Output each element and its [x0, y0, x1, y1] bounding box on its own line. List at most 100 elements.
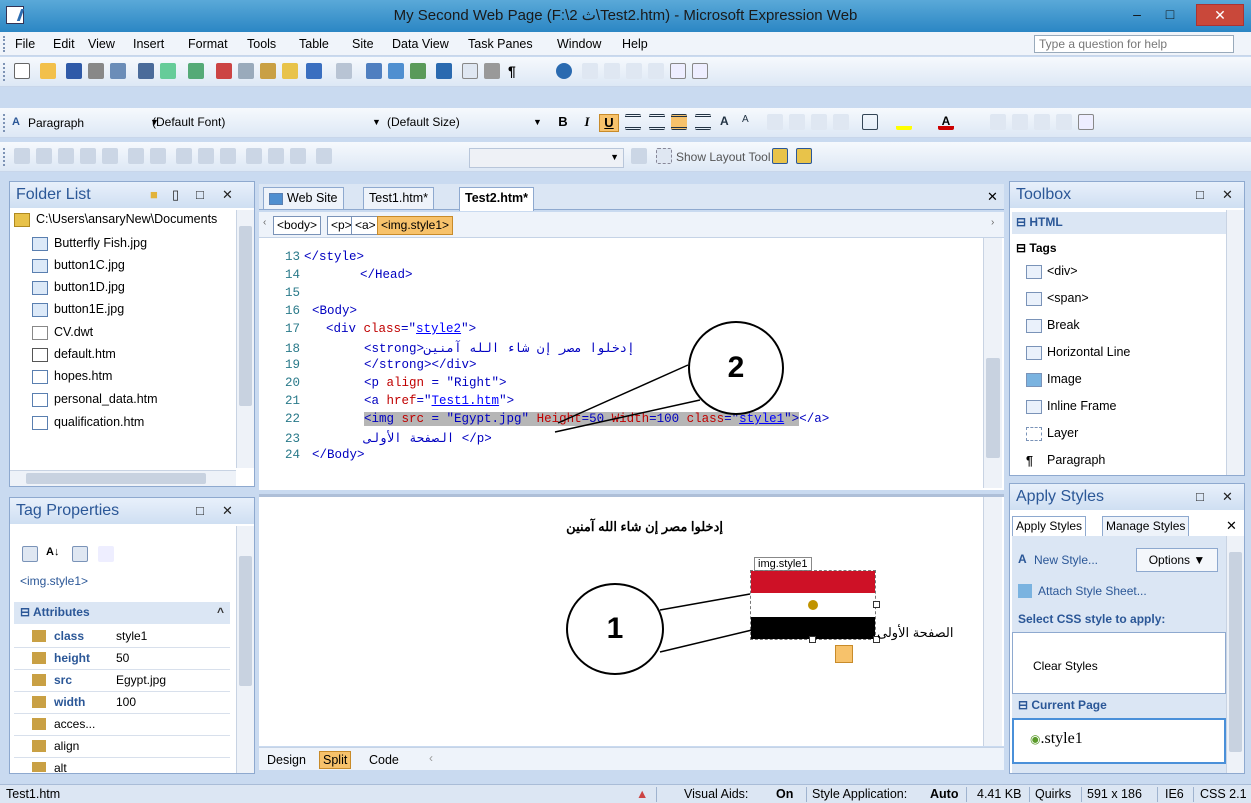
tag-body[interactable]: <body>: [273, 216, 322, 235]
table-layout-icon-9[interactable]: [198, 148, 214, 164]
list-item[interactable]: hopes.htm: [32, 369, 112, 391]
page-icon-b[interactable]: [692, 63, 708, 79]
design-link-text[interactable]: الصفحة الأولى: [877, 625, 954, 641]
increase-indent-icon[interactable]: [626, 63, 642, 79]
tags-section-header[interactable]: ⊟ Tags: [1012, 238, 1226, 260]
menu-site[interactable]: Site: [352, 37, 374, 51]
scrollbar-thumb[interactable]: [239, 556, 252, 686]
visual-aids-label[interactable]: Visual Aids:: [684, 787, 748, 801]
table-layout-icon-5[interactable]: [102, 148, 118, 164]
font-color-icon[interactable]: A: [938, 114, 954, 130]
pane-maximize-icon[interactable]: □: [196, 503, 204, 518]
underline-button[interactable]: U: [599, 114, 619, 132]
egypt-flag-image[interactable]: [751, 571, 875, 639]
attach-style-sheet-link[interactable]: Attach Style Sheet...: [1038, 584, 1147, 598]
font-combo[interactable]: (Default Font): [148, 113, 366, 133]
insert-layer-icon[interactable]: [388, 63, 404, 79]
decrease-indent-icon[interactable]: [648, 63, 664, 79]
stop-icon[interactable]: [484, 63, 500, 79]
menu-help[interactable]: Help: [622, 37, 648, 51]
cut-icon[interactable]: [216, 63, 232, 79]
list-item-root[interactable]: C:\Users\ansaryNew\Documents: [14, 212, 217, 234]
scrollbar-thumb[interactable]: [239, 226, 252, 406]
pane-close-icon[interactable]: ✕: [222, 187, 233, 203]
justify-icon[interactable]: [695, 114, 711, 130]
code-view[interactable]: 13 </style> 14 </Head> 15 16 <Body> 17 <div …: [259, 238, 1004, 490]
size-arrow-icon[interactable]: ▼: [533, 117, 542, 127]
hscrollbar-thumb[interactable]: [26, 473, 206, 484]
tag-properties-scrollbar[interactable]: [236, 526, 254, 773]
scrollbar-thumb[interactable]: [1229, 552, 1242, 752]
sort-az-icon[interactable]: A↓: [46, 546, 62, 562]
insert-picture-icon[interactable]: [410, 63, 426, 79]
rtl-format-icon[interactable]: [1012, 114, 1028, 130]
move-right-icon[interactable]: [1034, 114, 1050, 130]
table-row[interactable]: acces...: [14, 714, 230, 736]
table-layout-icon-11[interactable]: [246, 148, 262, 164]
pane-maximize-icon[interactable]: □: [1196, 187, 1204, 202]
tab-test1[interactable]: Test1.htm*: [363, 187, 435, 209]
table-layout-icon-2[interactable]: [36, 148, 52, 164]
highlight-icon[interactable]: [896, 114, 912, 130]
align-right-icon[interactable]: [671, 114, 687, 130]
list-item[interactable]: default.htm: [32, 347, 116, 369]
maximize-button[interactable]: □: [1155, 4, 1185, 26]
align-center-icon[interactable]: [649, 114, 665, 130]
copy-icon[interactable]: [238, 63, 254, 79]
options-button[interactable]: Options ▼: [1136, 548, 1218, 572]
table-layout-icon-13[interactable]: [290, 148, 306, 164]
current-page-section[interactable]: ⊟ Current Page: [1012, 694, 1226, 716]
help-search-input[interactable]: Type a question for help: [1034, 35, 1234, 53]
tagbar-left-arrow-icon[interactable]: ‹: [263, 217, 266, 228]
tag-img-style1[interactable]: <img.style1>: [377, 216, 454, 235]
menu-task-panes[interactable]: Task Panes: [468, 37, 533, 51]
print-icon[interactable]: [138, 63, 154, 79]
pane-close-icon[interactable]: ✕: [1222, 489, 1233, 505]
borders-icon[interactable]: [862, 114, 878, 130]
scrollbar-thumb[interactable]: [986, 358, 1000, 458]
toolbox-item-div[interactable]: <div>: [1026, 264, 1078, 286]
toolbox-item-image[interactable]: Image: [1026, 372, 1082, 394]
shrink-font-icon[interactable]: A: [742, 114, 758, 130]
open-folder-icon[interactable]: [40, 63, 56, 79]
attribute-value[interactable]: Egypt.jpg: [116, 673, 166, 687]
html-section-header[interactable]: ⊟ HTML: [1012, 212, 1226, 234]
toolbox-item-hr[interactable]: Horizontal Line: [1026, 345, 1130, 367]
find-icon[interactable]: [88, 63, 104, 79]
table-layout-icon-3[interactable]: [58, 148, 74, 164]
menu-data-view[interactable]: Data View: [392, 37, 449, 51]
menu-table[interactable]: Table: [299, 37, 329, 51]
close-button[interactable]: ✕: [1196, 4, 1244, 26]
clear-styles-item[interactable]: Clear Styles: [1012, 632, 1226, 694]
insert-table-icon[interactable]: [366, 63, 382, 79]
list-item[interactable]: personal_data.htm: [32, 392, 158, 414]
toolbox-item-break[interactable]: Break: [1026, 318, 1080, 340]
save-icon[interactable]: [66, 63, 82, 79]
attribute-value[interactable]: 50: [116, 651, 129, 665]
menu-view[interactable]: View: [88, 37, 115, 51]
table-row[interactable]: src Egypt.jpg: [14, 670, 230, 692]
close-tab-icon[interactable]: ✕: [1226, 518, 1237, 534]
section-scroll-icon[interactable]: ^: [217, 605, 224, 619]
size-dropdown-icon[interactable]: ▼: [372, 117, 381, 127]
apply-styles-scrollbar[interactable]: [1226, 536, 1244, 773]
table-row[interactable]: alt: [14, 758, 230, 772]
page-format-icon[interactable]: [1078, 114, 1094, 130]
list-item[interactable]: CV.dwt: [32, 325, 93, 347]
list-item[interactable]: qualification.htm: [32, 415, 144, 437]
move-left-icon[interactable]: [1056, 114, 1072, 130]
new-style-link[interactable]: New Style...: [1034, 553, 1098, 567]
table-row[interactable]: class style1: [14, 626, 230, 648]
toolbox-item-paragraph[interactable]: ¶ Paragraph: [1026, 453, 1105, 471]
indent-icon[interactable]: [833, 114, 849, 130]
tagbar-right-arrow-icon[interactable]: ›: [991, 217, 994, 228]
show-layout-tool-button[interactable]: Show Layout Tool: [676, 150, 771, 164]
tag-props-icon[interactable]: [98, 546, 114, 562]
publish-icon[interactable]: [110, 63, 126, 79]
italic-button[interactable]: I: [577, 114, 597, 132]
autofit-icon[interactable]: [631, 148, 647, 164]
new-page-icon[interactable]: [14, 63, 30, 79]
folder-icon[interactable]: ■: [150, 187, 158, 202]
show-formatting-icon[interactable]: ¶: [508, 63, 524, 79]
toolbox-item-iframe[interactable]: Inline Frame: [1026, 399, 1116, 421]
